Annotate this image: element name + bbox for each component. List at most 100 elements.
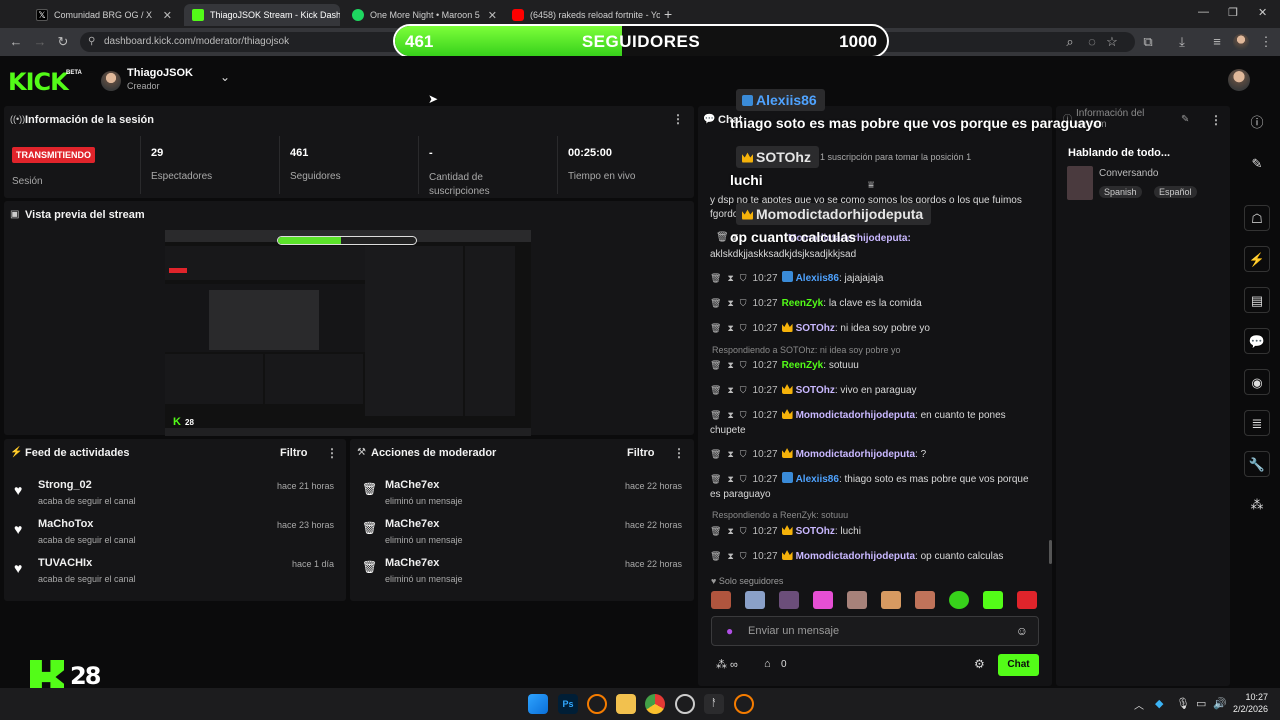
- chevron-up-icon[interactable]: ︿: [1134, 697, 1144, 712]
- chevron-down-icon[interactable]: ⌄: [220, 70, 230, 84]
- close-icon[interactable]: ✕: [480, 9, 497, 22]
- delete-icon[interactable]: 🗑: [710, 551, 721, 561]
- delete-icon[interactable]: 🗑: [710, 323, 721, 333]
- emote-8[interactable]: [949, 591, 969, 609]
- emote-2[interactable]: [745, 591, 765, 609]
- chat-message[interactable]: 🗑 ⧗ ⛉ 10:27 Alexiis86: thiago soto es mas po…: [710, 472, 1040, 502]
- timeout-icon[interactable]: ⧗: [727, 360, 733, 370]
- send-chat-button[interactable]: Chat: [998, 654, 1039, 676]
- blender-icon[interactable]: [734, 694, 754, 714]
- chrome-icon[interactable]: [645, 694, 665, 714]
- more-icon[interactable]: ⋮: [673, 446, 685, 460]
- close-icon[interactable]: ✕: [155, 9, 172, 22]
- chat-username[interactable]: ReenZyk: [782, 360, 824, 371]
- clock-time[interactable]: 10:27: [1232, 692, 1268, 702]
- emote-9[interactable]: [983, 591, 1003, 609]
- chat-message[interactable]: 🗑 ⧗ ⛉ 10:27 Momodictadorhijodeputa: ?: [710, 447, 1040, 462]
- timeout-icon[interactable]: ⧗: [727, 385, 733, 395]
- minimize-button[interactable]: —: [1198, 6, 1209, 18]
- broadcast-icon[interactable]: ◉: [1244, 369, 1270, 395]
- ban-icon[interactable]: ⛉: [740, 474, 747, 484]
- timeout-icon[interactable]: ⧗: [727, 273, 733, 283]
- feed-username[interactable]: MaChoTox: [38, 518, 93, 530]
- star-icon[interactable]: ☆: [1104, 34, 1120, 50]
- forward-icon[interactable]: →: [32, 34, 48, 50]
- emote-3[interactable]: [779, 591, 799, 609]
- chat-username[interactable]: ReenZyk: [782, 298, 824, 309]
- delete-icon[interactable]: 🗑: [710, 360, 721, 370]
- ban-icon[interactable]: ⛉: [740, 360, 747, 370]
- edit-icon[interactable]: ✎: [1244, 151, 1270, 177]
- feed-username[interactable]: Strong_02: [38, 479, 92, 491]
- defender-icon[interactable]: ◆: [1155, 697, 1163, 710]
- chat-message[interactable]: 🗑 ⧗ ⛉ 10:27 SOTOhz: ni idea soy pobre yo: [710, 321, 1040, 336]
- users-icon[interactable]: ⁂: [1244, 492, 1270, 518]
- maximize-button[interactable]: ❐: [1228, 6, 1238, 19]
- language-tag[interactable]: Español: [1154, 186, 1197, 198]
- user-avatar[interactable]: [1228, 69, 1250, 91]
- edit-pencil-icon[interactable]: ✎: [1181, 114, 1189, 125]
- language-tag[interactable]: Spanish: [1099, 186, 1142, 198]
- info-circle-icon[interactable]: ⓘ: [1244, 110, 1270, 136]
- timeout-icon[interactable]: ⧗: [727, 449, 733, 459]
- chat-icon[interactable]: 💬: [1244, 328, 1270, 354]
- stream-preview-video[interactable]: K 28: [165, 230, 531, 436]
- chat-message[interactable]: 🗑 ⧗ ⛉ 10:27 SOTOhz: luchi: [710, 524, 1040, 539]
- zoom-icon[interactable]: ⌕: [1062, 34, 1078, 50]
- chat-message[interactable]: 🗑 ⧗ ⛉ 10:27 SOTOhz: vivo en paraguay: [710, 383, 1040, 398]
- timeout-icon[interactable]: ⧗: [727, 474, 733, 484]
- more-icon[interactable]: ⋮: [326, 446, 338, 460]
- store-icon[interactable]: ⌂: [764, 658, 771, 670]
- site-info-icon[interactable]: ⚲: [88, 32, 95, 52]
- timeout-icon[interactable]: ⧗: [727, 323, 733, 333]
- emoji-icon[interactable]: ☺: [1016, 624, 1028, 638]
- kick-logo[interactable]: KICK: [8, 68, 69, 96]
- photoshop-icon[interactable]: Ps: [558, 694, 578, 714]
- ban-icon[interactable]: ⛉: [740, 298, 747, 308]
- ban-icon[interactable]: ⛉: [740, 385, 747, 395]
- feed-filter-button[interactable]: Filtro: [280, 447, 308, 459]
- delete-icon[interactable]: 🗑: [710, 273, 721, 283]
- start-menu-icon[interactable]: [528, 694, 548, 714]
- chat-message[interactable]: 🗑 ⧗ ⛉ 10:27 Momodictadorhijodeputa: en cuant…: [710, 408, 1040, 438]
- ban-icon[interactable]: ⛉: [740, 526, 747, 536]
- obs-icon[interactable]: [675, 694, 695, 714]
- drag-handle[interactable]: ⩸: [868, 180, 874, 191]
- chat-input[interactable]: ● Enviar un mensaje ☺: [711, 616, 1039, 646]
- emote-4[interactable]: [813, 591, 833, 609]
- delete-icon[interactable]: 🗑: [710, 449, 721, 459]
- blender-icon[interactable]: [587, 694, 607, 714]
- chat-username[interactable]: Alexiis86: [796, 273, 839, 284]
- wrench-icon[interactable]: 🔧: [1244, 451, 1270, 477]
- delete-icon[interactable]: 🗑: [710, 526, 721, 536]
- delete-icon[interactable]: 🗑: [710, 298, 721, 308]
- category-name[interactable]: Conversando: [1099, 168, 1158, 179]
- file-explorer-icon[interactable]: [616, 694, 636, 714]
- timeout-icon[interactable]: ⧗: [727, 298, 733, 308]
- mod-action-username[interactable]: MaChe7ex: [385, 479, 439, 491]
- chat-message[interactable]: 🗑 ⧗ ⛉ 10:27 Momodictadorhijodeputa: op cuant…: [710, 549, 1040, 564]
- volume-icon[interactable]: 🔊: [1213, 697, 1227, 710]
- chat-username[interactable]: SOTOhz: [796, 526, 835, 537]
- emote-10[interactable]: [1017, 591, 1037, 609]
- ban-icon[interactable]: ⛉: [740, 410, 747, 420]
- ban-icon[interactable]: ⛉: [740, 323, 747, 333]
- chat-username[interactable]: Momodictadorhijodeputa: [796, 449, 915, 460]
- tab-spotify[interactable]: One More Night • Maroon 5 ✕: [344, 4, 500, 26]
- delete-icon[interactable]: 🗑: [710, 385, 721, 395]
- points-icon[interactable]: ⁂ ∞: [716, 658, 738, 671]
- ban-icon[interactable]: ⛉: [740, 273, 747, 283]
- category-thumbnail[interactable]: [1067, 166, 1093, 200]
- microphone-icon[interactable]: ●: [726, 624, 733, 638]
- channel-username[interactable]: ThiagoJSOK: [127, 67, 193, 79]
- app-icon[interactable]: ᚨ: [704, 694, 724, 714]
- close-window-button[interactable]: ✕: [1258, 6, 1267, 19]
- microphone-tray-icon[interactable]: 🎙: [1176, 697, 1190, 710]
- chat-username[interactable]: SOTOhz: [796, 385, 835, 396]
- mod-action-username[interactable]: MaChe7ex: [385, 557, 439, 569]
- eye-off-icon[interactable]: ◌: [1084, 34, 1100, 50]
- timeout-icon[interactable]: ⧗: [727, 410, 733, 420]
- timeout-icon[interactable]: ⧗: [727, 526, 733, 536]
- chat-message[interactable]: 🗑 ⧗ ⛉ 10:27 ReenZyk: sotuuu: [710, 358, 1040, 373]
- tab-kick[interactable]: ThiagoJSOK Stream - Kick Dash ✕: [184, 4, 340, 26]
